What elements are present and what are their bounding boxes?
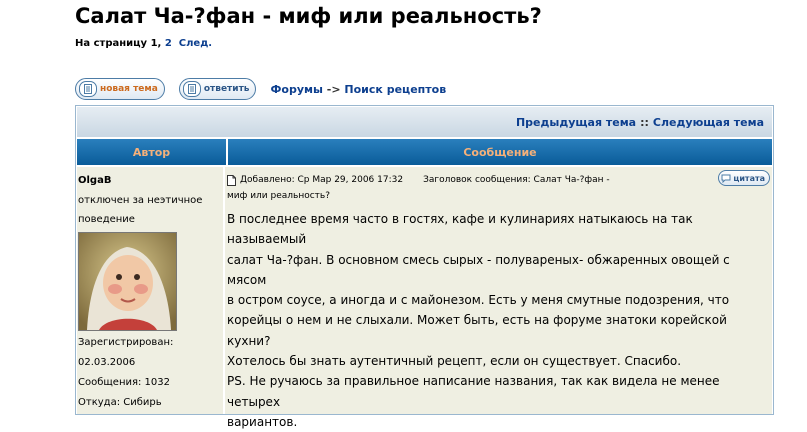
breadcrumb-forums[interactable]: Форумы [270, 83, 322, 96]
pagination-next[interactable]: След. [179, 38, 212, 49]
post-row: OlgaB отключен за неэтичное поведение За… [77, 167, 772, 429]
post-subject: Заголовок сообщения: Салат Ча-?фан - [423, 175, 610, 185]
poster-rank-line: поведение [78, 214, 135, 225]
poster-info: Зарегистрирован: 02.03.2006 Сообщения: 1… [78, 333, 223, 413]
pagination: На страницу 1, 2 След. [75, 38, 213, 49]
registered-date: 02.03.2006 [78, 357, 136, 368]
message-column-header: Сообщение [228, 139, 772, 165]
breadcrumb: Форумы -> Поиск рецептов [270, 83, 446, 96]
breadcrumb-separator: -> [326, 82, 341, 96]
topic-nav-separator: :: [640, 115, 649, 129]
document-icon [79, 81, 97, 97]
poster-rank-line: отключен за неэтичное [78, 195, 203, 206]
post-body-line: салат Ча-?фан. В основном смесь сырых - … [227, 252, 730, 287]
pagination-current: 1 [150, 38, 158, 49]
post-body-line: PS. Не ручаюсь за правильное написание н… [227, 374, 720, 409]
post-icon [227, 174, 236, 186]
message-cell: Добавлено: Ср Мар 29, 2006 17:32 Заголов… [225, 167, 772, 429]
quote-button[interactable]: цитата [718, 170, 770, 186]
topic-nav: Предыдущая тема :: Следующая тема [77, 107, 772, 137]
table-header: Автор Сообщение [77, 139, 772, 165]
new-topic-label: новая тема [100, 84, 158, 94]
new-topic-button[interactable]: новая тема [75, 78, 165, 100]
reply-label: ответить [203, 84, 250, 94]
pagination-page-2[interactable]: 2 [165, 38, 172, 49]
page-title: Салат Ча-?фан - миф или реальность? [75, 4, 542, 28]
quote-icon [721, 174, 731, 183]
reply-button[interactable]: ответить [178, 78, 257, 100]
poster-location: Откуда: Сибирь [78, 397, 162, 408]
author-column-header: Автор [77, 139, 226, 165]
toolbar: новая тема ответить Форумы -> Поиск реце… [75, 76, 446, 102]
post-body: В последнее время часто в гостях, кафе и… [227, 209, 772, 432]
document-icon [182, 81, 201, 97]
prev-topic-link[interactable]: Предыдущая тема [516, 116, 636, 129]
post-body-line: корейцы о нем и не слыхали. Может быть, … [227, 313, 727, 348]
post-body-line: вариантов. [227, 414, 298, 429]
next-topic-link[interactable]: Следующая тема [653, 116, 764, 129]
pagination-prefix: На страницу [75, 38, 148, 49]
quote-label: цитата [733, 173, 765, 183]
registered-label: Зарегистрирован: [78, 337, 174, 348]
avatar [78, 232, 177, 331]
post-meta: Добавлено: Ср Мар 29, 2006 17:32 Заголов… [227, 171, 772, 189]
author-cell: OlgaB отключен за неэтичное поведение За… [77, 167, 223, 414]
post-subject-continued: миф или реальность? [227, 191, 330, 201]
poster-rank: отключен за неэтичное поведение [78, 191, 223, 229]
post-date: Добавлено: Ср Мар 29, 2006 17:32 [240, 175, 404, 185]
post-body-line: в остром соусе, а иногда и с майонезом. … [227, 293, 730, 308]
post-body-line: В последнее время часто в гостях, кафе и… [227, 212, 693, 247]
topic-table: Предыдущая тема :: Следующая тема Автор … [75, 105, 774, 429]
post-body-line: Хотелось бы знать аутентичный рецепт, ес… [227, 354, 682, 369]
poster-name[interactable]: OlgaB [78, 171, 223, 191]
breadcrumb-section[interactable]: Поиск рецептов [344, 83, 446, 96]
messages-count: Сообщения: 1032 [78, 377, 171, 388]
